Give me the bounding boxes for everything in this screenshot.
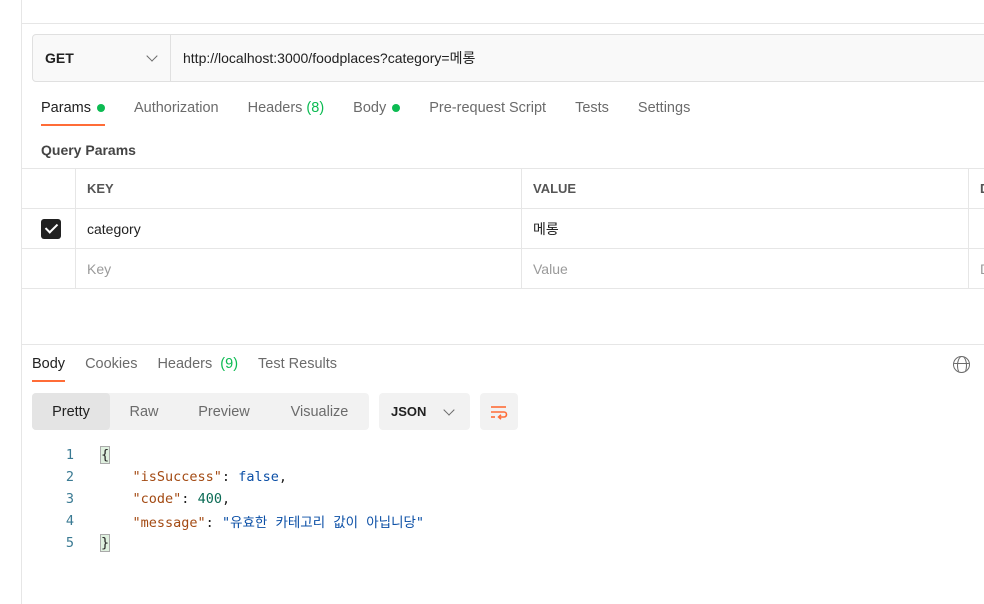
view-preview-button[interactable]: Preview: [178, 393, 270, 430]
code-line: 4 "message": "유효한 카테고리 값이 아닙니당": [32, 510, 984, 532]
globe-icon[interactable]: [953, 356, 970, 373]
description-column-header: D: [969, 169, 984, 208]
top-strip: [22, 0, 984, 24]
tab-pre-request-script[interactable]: Pre-request Script: [429, 100, 546, 126]
param-value-cell[interactable]: 메롱: [522, 209, 969, 248]
code-text: }: [100, 534, 111, 552]
key-column-header: KEY: [76, 169, 522, 208]
response-body-code[interactable]: 1 { 2 "isSuccess": false, 3 "code": 400,…: [32, 444, 984, 554]
tab-label: Test Results: [258, 356, 338, 372]
line-number: 3: [65, 491, 74, 507]
tab-label: Settings: [637, 100, 691, 116]
code-text: "isSuccess": false,: [132, 469, 287, 485]
code-line: 5 }: [32, 532, 984, 554]
active-dot-icon: [392, 104, 401, 112]
line-number: 5: [65, 535, 74, 551]
tab-settings[interactable]: Settings: [638, 100, 690, 126]
new-key-input[interactable]: Key: [76, 249, 522, 288]
new-value-input[interactable]: Value: [522, 249, 969, 288]
method-label: GET: [45, 50, 74, 66]
code-text: {: [100, 446, 111, 464]
row-checkbox-cell: [22, 249, 76, 288]
response-tabs: Body Cookies Headers (9) Test Results: [32, 356, 357, 382]
url-input[interactable]: [171, 35, 984, 81]
code-line: 2 "isSuccess": false,: [32, 466, 984, 488]
code-line: 1 {: [32, 444, 984, 466]
query-params-table: KEY VALUE D category 메롱 Key Value D: [22, 168, 984, 289]
checkbox-column-header: [22, 169, 76, 208]
wrap-lines-button[interactable]: [480, 393, 518, 430]
view-raw-button[interactable]: Raw: [110, 393, 178, 430]
chevron-down-icon: [443, 403, 455, 416]
method-select[interactable]: GET: [33, 35, 171, 81]
format-select[interactable]: JSON: [379, 393, 470, 430]
view-pretty-button[interactable]: Pretty: [32, 393, 110, 430]
wrap-lines-icon: [491, 405, 508, 420]
left-sidebar-edge: [0, 0, 22, 604]
tab-headers[interactable]: Headers (8): [248, 100, 325, 126]
line-number: 2: [65, 469, 74, 485]
query-params-title: Query Params: [41, 142, 136, 158]
request-tabs: Params Authorization Headers (8) Body Pr…: [41, 100, 719, 126]
row-checkbox-cell: [22, 209, 76, 248]
view-visualize-button[interactable]: Visualize: [270, 393, 369, 430]
tab-label: Params: [41, 100, 91, 116]
code-text: "code": 400,: [132, 491, 231, 507]
tab-label: Pre-request Script: [429, 100, 547, 116]
param-key-cell[interactable]: category: [76, 209, 522, 248]
tab-label: Tests: [575, 100, 609, 116]
tab-count: (8): [306, 100, 325, 116]
param-description-cell[interactable]: [969, 209, 984, 248]
request-url-bar: GET: [32, 34, 984, 82]
new-description-input[interactable]: D: [969, 249, 984, 288]
tab-response-body[interactable]: Body: [32, 356, 66, 382]
tab-tests[interactable]: Tests: [575, 100, 609, 126]
table-row: category 메롱: [22, 209, 984, 249]
view-mode-group: Pretty Raw Preview Visualize: [32, 393, 369, 430]
chevron-down-icon: [146, 50, 158, 62]
active-dot-icon: [96, 104, 105, 112]
tab-count: (9): [220, 356, 239, 372]
tab-test-results[interactable]: Test Results: [258, 356, 337, 382]
value-column-header: VALUE: [522, 169, 969, 208]
tab-params[interactable]: Params: [41, 100, 105, 126]
tab-label: Cookies: [85, 356, 138, 372]
tab-label: Authorization: [133, 100, 219, 116]
format-label: JSON: [391, 404, 427, 419]
tab-label: Headers: [157, 356, 213, 372]
code-line: 3 "code": 400,: [32, 488, 984, 510]
tab-response-headers[interactable]: Headers (9): [157, 356, 238, 382]
tab-label: Body: [353, 100, 387, 116]
tab-label: Headers: [247, 100, 303, 116]
tab-cookies[interactable]: Cookies: [85, 356, 137, 382]
table-row-empty: Key Value D: [22, 249, 984, 289]
tab-authorization[interactable]: Authorization: [134, 100, 219, 126]
line-number: 1: [65, 447, 74, 463]
pane-divider[interactable]: [22, 344, 984, 345]
param-enabled-checkbox[interactable]: [41, 218, 61, 239]
tab-body[interactable]: Body: [353, 100, 401, 126]
line-number: 4: [65, 513, 74, 529]
tab-label: Body: [32, 356, 66, 372]
table-header-row: KEY VALUE D: [22, 169, 984, 209]
code-text: "message": "유효한 카테고리 값이 아닙니당": [132, 515, 425, 531]
